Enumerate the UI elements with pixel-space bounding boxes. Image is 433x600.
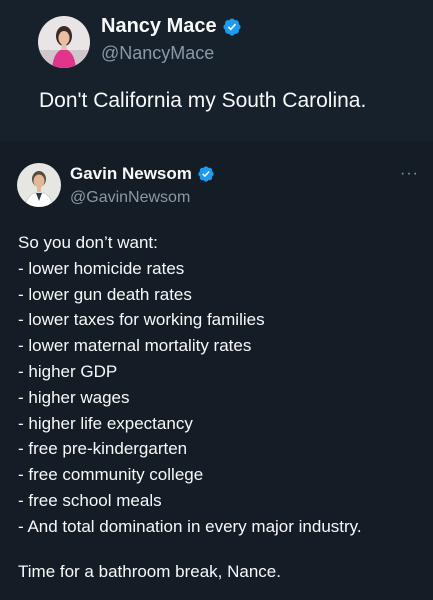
author-handle[interactable]: @GavinNewsom [70, 189, 190, 207]
tweet-screenshot: Nancy Mace @NancyMace Don't California m… [0, 0, 433, 600]
main-tweet[interactable]: Gavin Newsom @GavinNewsom ··· So you don… [0, 141, 433, 600]
tweet-line: - free school meals [18, 490, 162, 510]
gavin-newsom-avatar[interactable] [17, 163, 61, 207]
tweet-line: - higher life expectancy [18, 413, 193, 433]
tweet-line: - free community college [18, 465, 204, 485]
quoted-author-name-text: Nancy Mace [101, 15, 217, 37]
tweet-line: - lower maternal mortality rates [18, 336, 252, 356]
quoted-tweet[interactable]: Nancy Mace @NancyMace Don't California m… [0, 0, 433, 141]
verified-badge-icon [198, 166, 214, 182]
author-name-text: Gavin Newsom [70, 164, 192, 183]
verified-badge-icon [223, 17, 241, 36]
tweet-line: - lower taxes for working families [18, 310, 265, 330]
quoted-author-handle[interactable]: @NancyMace [101, 43, 214, 64]
tweet-line: - And total domination in every major in… [18, 516, 362, 536]
quoted-tweet-text: Don't California my South Carolina. [39, 89, 367, 112]
tweet-line: - free pre-kindergarten [18, 439, 188, 459]
tweet-line: - lower homicide rates [18, 258, 185, 278]
tweet-body: So you don’t want: - lower homicide rate… [18, 230, 362, 540]
quoted-author-name[interactable]: Nancy Mace [101, 15, 242, 38]
more-options-icon[interactable]: ··· [400, 165, 419, 183]
tweet-line: - higher GDP [18, 361, 118, 381]
tweet-line: So you don’t want: [18, 233, 158, 252]
tweet-closing-line: Time for a bathroom break, Nance. [18, 562, 281, 581]
nancy-mace-avatar[interactable] [38, 16, 90, 68]
tweet-line: - lower gun death rates [18, 284, 192, 304]
author-name[interactable]: Gavin Newsom [70, 164, 215, 184]
tweet-line: - higher wages [18, 387, 130, 407]
